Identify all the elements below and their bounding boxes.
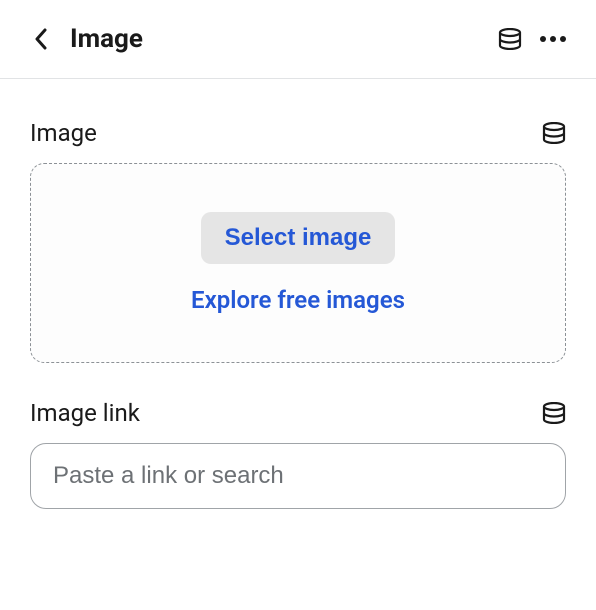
header-right [498,28,566,50]
chevron-left-icon [34,28,47,50]
database-button[interactable] [498,28,522,50]
image-field-header: Image [30,119,566,147]
image-field-group: Image Select image Explore free images [30,119,566,363]
more-horizontal-icon [540,36,566,42]
select-image-button[interactable]: Select image [201,212,396,264]
page-title: Image [70,24,143,54]
explore-free-images-link[interactable]: Explore free images [191,286,405,314]
database-icon [542,122,566,144]
back-button[interactable] [28,27,52,51]
image-dropzone[interactable]: Select image Explore free images [30,163,566,363]
more-button[interactable] [540,36,566,42]
image-database-button[interactable] [542,122,566,144]
image-field-label: Image [30,119,97,147]
header-left: Image [28,24,143,54]
image-link-field-group: Image link [30,399,566,509]
image-link-input[interactable] [30,443,566,509]
image-link-database-button[interactable] [542,402,566,424]
database-icon [542,402,566,424]
database-icon [498,28,522,50]
image-link-field-header: Image link [30,399,566,427]
image-link-field-label: Image link [30,399,140,427]
content: Image Select image Explore free images I… [0,79,596,509]
header: Image [0,0,596,79]
